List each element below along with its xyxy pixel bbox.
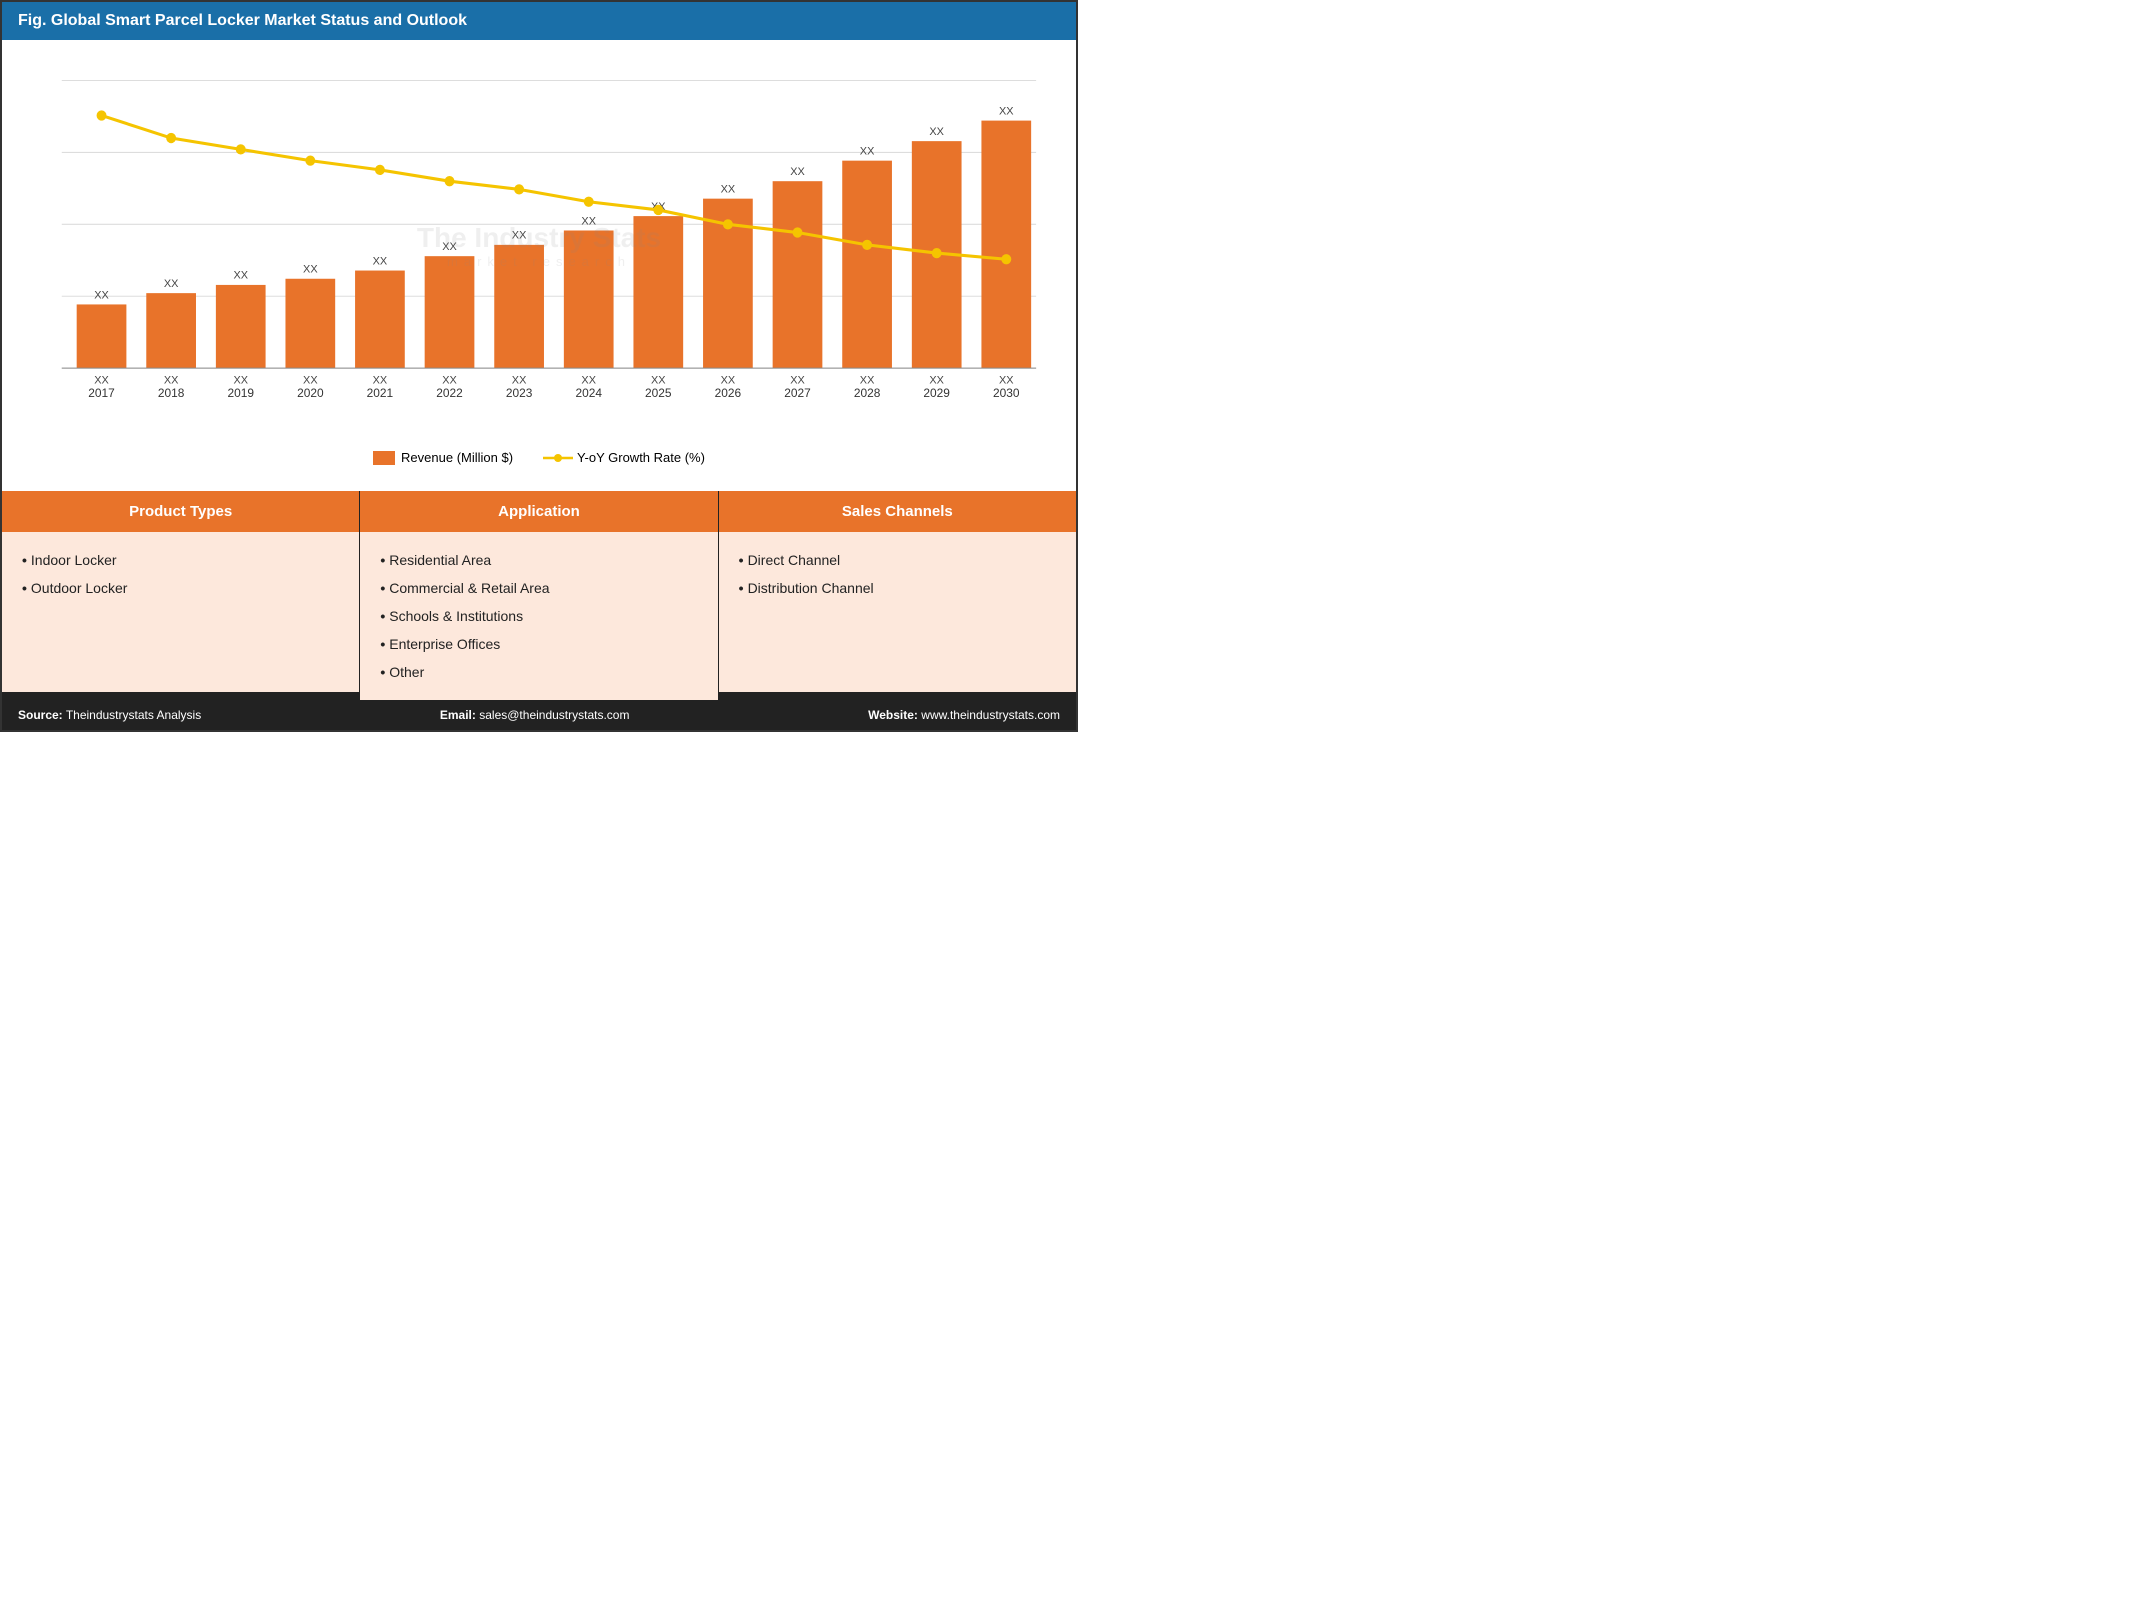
- svg-text:2029: 2029: [923, 386, 950, 400]
- product-types-header: Product Types: [2, 491, 359, 532]
- list-item: Residential Area: [380, 546, 697, 574]
- svg-text:XX: XX: [164, 278, 179, 290]
- line-dot-2030: [1001, 254, 1011, 264]
- line-dot-2022: [445, 176, 455, 186]
- svg-text:XX: XX: [790, 166, 805, 178]
- list-item: Commercial & Retail Area: [380, 574, 697, 602]
- line-dot-2020: [305, 156, 315, 166]
- application-content: Residential Area Commercial & Retail Are…: [360, 532, 717, 700]
- svg-text:2030: 2030: [993, 386, 1020, 400]
- legend-growth: Y-oY Growth Rate (%): [543, 450, 705, 465]
- footer-website: Website: www.theindustrystats.com: [868, 708, 1060, 722]
- chart-svg: XX XX XX XX XX XX XX XX XX XX XX XX XX: [22, 60, 1056, 440]
- bar-2021: [355, 271, 405, 369]
- svg-text:XX: XX: [94, 289, 109, 301]
- bar-2025: [633, 216, 683, 368]
- svg-text:XX: XX: [999, 105, 1014, 117]
- svg-text:2023: 2023: [506, 386, 533, 400]
- legend-growth-label: Y-oY Growth Rate (%): [577, 450, 705, 465]
- bar-2018: [146, 293, 196, 368]
- footer-source: Source: Theindustrystats Analysis: [18, 708, 201, 722]
- bar-2027: [773, 181, 823, 368]
- svg-text:XX: XX: [373, 255, 388, 267]
- svg-text:XX: XX: [303, 263, 318, 275]
- svg-text:XX: XX: [233, 270, 248, 282]
- line-dot-2017: [97, 110, 107, 120]
- bar-2017: [77, 304, 127, 368]
- chart-area: The Industry Stats market research XX XX…: [22, 60, 1056, 440]
- list-item: Indoor Locker: [22, 546, 339, 574]
- list-item: Enterprise Offices: [380, 630, 697, 658]
- footer-email: Email: sales@theindustrystats.com: [440, 708, 630, 722]
- list-item: Outdoor Locker: [22, 574, 339, 602]
- line-dot-2019: [236, 144, 246, 154]
- product-types-list: Indoor Locker Outdoor Locker: [22, 546, 339, 602]
- line-dot-2029: [932, 248, 942, 258]
- line-dot-2018: [166, 133, 176, 143]
- footer: Source: Theindustrystats Analysis Email:…: [2, 700, 1076, 730]
- svg-text:2022: 2022: [436, 386, 463, 400]
- application-list: Residential Area Commercial & Retail Are…: [380, 546, 697, 686]
- bar-2028: [842, 161, 892, 368]
- svg-text:2028: 2028: [854, 386, 881, 400]
- svg-text:XX: XX: [442, 241, 457, 253]
- svg-text:2027: 2027: [784, 386, 811, 400]
- svg-text:2024: 2024: [575, 386, 602, 400]
- chart-legend: Revenue (Million $) Y-oY Growth Rate (%): [22, 440, 1056, 481]
- svg-text:XX: XX: [721, 183, 736, 195]
- legend-growth-icon: [543, 451, 573, 465]
- bar-2023: [494, 245, 544, 368]
- line-dot-2028: [862, 240, 872, 250]
- sales-channels-content: Direct Channel Distribution Channel: [719, 532, 1076, 692]
- list-item: Schools & Institutions: [380, 602, 697, 630]
- category-sales-channels: Sales Channels Direct Channel Distributi…: [719, 491, 1076, 700]
- legend-revenue: Revenue (Million $): [373, 450, 513, 465]
- svg-text:XX: XX: [860, 145, 875, 157]
- svg-text:2021: 2021: [367, 386, 394, 400]
- line-dot-2023: [514, 184, 524, 194]
- bar-2020: [285, 279, 335, 368]
- application-header: Application: [360, 491, 717, 532]
- categories-section: Product Types Indoor Locker Outdoor Lock…: [2, 491, 1076, 700]
- bar-2022: [425, 256, 475, 368]
- bar-2030: [981, 121, 1031, 369]
- sales-channels-list: Direct Channel Distribution Channel: [739, 546, 1056, 602]
- page-title: Fig. Global Smart Parcel Locker Market S…: [2, 2, 1076, 40]
- line-dot-2026: [723, 219, 733, 229]
- svg-text:2017: 2017: [88, 386, 115, 400]
- line-dot-2024: [584, 197, 594, 207]
- bar-2024: [564, 230, 614, 368]
- line-dot-2021: [375, 165, 385, 175]
- svg-text:2018: 2018: [158, 386, 185, 400]
- list-item: Other: [380, 658, 697, 686]
- product-types-content: Indoor Locker Outdoor Locker: [2, 532, 359, 692]
- sales-channels-header: Sales Channels: [719, 491, 1076, 532]
- svg-text:2026: 2026: [715, 386, 742, 400]
- category-application: Application Residential Area Commercial …: [360, 491, 717, 700]
- svg-text:XX: XX: [581, 215, 596, 227]
- list-item: Direct Channel: [739, 546, 1056, 574]
- legend-revenue-icon: [373, 451, 395, 465]
- list-item: Distribution Channel: [739, 574, 1056, 602]
- svg-text:2025: 2025: [645, 386, 672, 400]
- svg-text:XX: XX: [512, 230, 527, 242]
- line-dot-2027: [793, 227, 803, 237]
- line-dot-2025: [653, 205, 663, 215]
- bar-2019: [216, 285, 266, 368]
- svg-text:2019: 2019: [227, 386, 254, 400]
- chart-container: The Industry Stats market research XX XX…: [2, 40, 1076, 491]
- category-product-types: Product Types Indoor Locker Outdoor Lock…: [2, 491, 359, 700]
- legend-revenue-label: Revenue (Million $): [401, 450, 513, 465]
- svg-text:2020: 2020: [297, 386, 324, 400]
- svg-text:XX: XX: [929, 126, 944, 138]
